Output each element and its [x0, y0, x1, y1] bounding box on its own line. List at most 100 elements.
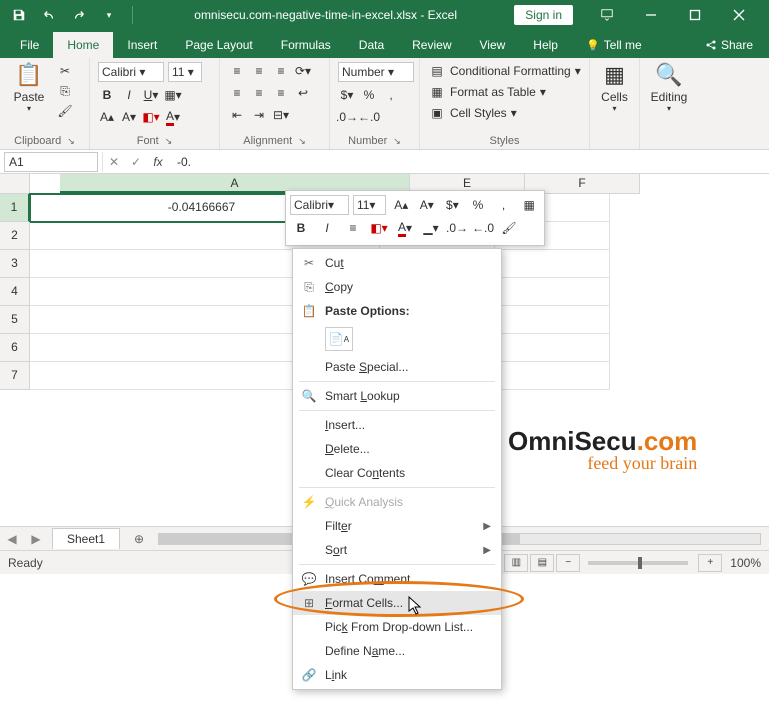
- cut-icon[interactable]: ✂: [56, 62, 74, 80]
- tab-data[interactable]: Data: [345, 32, 398, 58]
- ctx-paste-special[interactable]: Paste Special...: [293, 355, 501, 379]
- borders-button[interactable]: ▦▾: [164, 86, 182, 104]
- align-bottom-icon[interactable]: ≡: [272, 62, 290, 80]
- paste-option-values[interactable]: 📄A: [325, 327, 353, 351]
- row-header-6[interactable]: 6: [0, 334, 30, 362]
- ctx-pick-from-list[interactable]: Pick From Drop-down List...: [293, 615, 501, 639]
- tab-insert[interactable]: Insert: [113, 32, 171, 58]
- editing-button[interactable]: 🔍Editing▾: [648, 62, 690, 113]
- tab-help[interactable]: Help: [519, 32, 572, 58]
- row-header-2[interactable]: 2: [0, 222, 30, 250]
- row-header-5[interactable]: 5: [0, 306, 30, 334]
- mini-increase-font-icon[interactable]: A▴: [390, 195, 412, 215]
- font-color-button[interactable]: A▾: [164, 108, 182, 126]
- align-right-icon[interactable]: ≡: [272, 84, 290, 102]
- comma-format-icon[interactable]: ,: [382, 86, 400, 104]
- sheet-tab-sheet1[interactable]: Sheet1: [52, 528, 120, 549]
- format-as-table-button[interactable]: ▦Format as Table▾: [428, 83, 546, 101]
- save-icon[interactable]: [8, 4, 30, 26]
- mini-font-name[interactable]: Calibri▾: [290, 195, 349, 215]
- mini-percent-icon[interactable]: %: [467, 195, 489, 215]
- align-center-icon[interactable]: ≡: [250, 84, 268, 102]
- mini-font-color-icon[interactable]: A▾: [394, 218, 416, 238]
- increase-indent-icon[interactable]: ⇥: [250, 106, 268, 124]
- align-top-icon[interactable]: ≡: [228, 62, 246, 80]
- tab-page-layout[interactable]: Page Layout: [171, 32, 266, 58]
- bold-button[interactable]: B: [98, 86, 116, 104]
- alignment-dialog-launcher[interactable]: ↘: [298, 136, 306, 147]
- mini-borders-icon[interactable]: ▦: [518, 195, 540, 215]
- ctx-cut[interactable]: ✂Cut: [293, 251, 501, 275]
- align-left-icon[interactable]: ≡: [228, 84, 246, 102]
- decrease-indent-icon[interactable]: ⇤: [228, 106, 246, 124]
- sign-in-button[interactable]: Sign in: [514, 5, 573, 25]
- fill-color-button[interactable]: ◧▾: [142, 108, 160, 126]
- mini-italic-icon[interactable]: I: [316, 218, 338, 238]
- row-header-4[interactable]: 4: [0, 278, 30, 306]
- row-header-1[interactable]: 1: [0, 194, 30, 222]
- cancel-formula-icon[interactable]: ✕: [103, 155, 125, 169]
- mini-font-size[interactable]: 11▾: [353, 195, 386, 215]
- zoom-slider[interactable]: [588, 561, 688, 565]
- mini-dec-decimal-icon[interactable]: ←.0: [472, 218, 494, 238]
- paste-button[interactable]: 📋 Paste ▾: [8, 62, 50, 113]
- ctx-delete[interactable]: Delete...: [293, 437, 501, 461]
- mini-fill-color-icon[interactable]: ◧▾: [368, 218, 390, 238]
- cell-styles-button[interactable]: ▣Cell Styles▾: [428, 104, 517, 122]
- zoom-out-button[interactable]: −: [556, 554, 580, 572]
- ctx-smart-lookup[interactable]: 🔍Smart Lookup: [293, 384, 501, 408]
- mini-inc-decimal-icon[interactable]: .0→: [446, 218, 468, 238]
- tab-home[interactable]: Home: [53, 32, 113, 58]
- merge-center-icon[interactable]: ⊟▾: [272, 106, 290, 124]
- format-painter-icon[interactable]: 🖌: [56, 102, 74, 120]
- decrease-decimal-icon[interactable]: ←.0: [360, 108, 378, 126]
- mini-decrease-font-icon[interactable]: A▾: [416, 195, 438, 215]
- minimize-button[interactable]: [629, 0, 673, 30]
- name-box[interactable]: A1: [4, 152, 98, 172]
- page-layout-view-icon[interactable]: ▥: [504, 554, 528, 572]
- ctx-insert[interactable]: Insert...: [293, 413, 501, 437]
- enter-formula-icon[interactable]: ✓: [125, 155, 147, 169]
- maximize-button[interactable]: [673, 0, 717, 30]
- close-button[interactable]: [717, 0, 761, 30]
- number-dialog-launcher[interactable]: ↘: [393, 136, 401, 147]
- sheet-nav-right-icon[interactable]: ▶: [24, 532, 48, 546]
- mini-comma-icon[interactable]: ,: [493, 195, 515, 215]
- copy-icon[interactable]: ⎘: [56, 82, 74, 100]
- new-sheet-button[interactable]: ⊕: [128, 528, 150, 550]
- italic-button[interactable]: I: [120, 86, 138, 104]
- formula-input[interactable]: -0.: [169, 155, 769, 169]
- tell-me[interactable]: Tell me: [572, 32, 656, 58]
- zoom-in-button[interactable]: +: [698, 554, 722, 572]
- qat-customize-icon[interactable]: ▾: [98, 4, 120, 26]
- undo-icon[interactable]: [38, 4, 60, 26]
- accounting-format-icon[interactable]: $▾: [338, 86, 356, 104]
- decrease-font-icon[interactable]: A▾: [120, 108, 138, 126]
- select-all-corner[interactable]: [0, 174, 30, 194]
- ctx-insert-comment[interactable]: 💬Insert Comment: [293, 567, 501, 591]
- page-break-view-icon[interactable]: ▤: [530, 554, 554, 572]
- font-name-dropdown[interactable]: Calibri ▾: [98, 62, 164, 82]
- ctx-copy[interactable]: ⎘Copy: [293, 275, 501, 299]
- share-button[interactable]: Share: [695, 32, 763, 58]
- mini-bold-icon[interactable]: B: [290, 218, 312, 238]
- sheet-nav-left-icon[interactable]: ◀: [0, 532, 24, 546]
- ctx-clear-contents[interactable]: Clear Contents: [293, 461, 501, 485]
- tab-formulas[interactable]: Formulas: [267, 32, 345, 58]
- mini-accounting-icon[interactable]: $▾: [442, 195, 464, 215]
- font-dialog-launcher[interactable]: ↘: [165, 136, 173, 147]
- tab-review[interactable]: Review: [398, 32, 465, 58]
- zoom-level[interactable]: 100%: [730, 556, 761, 570]
- align-middle-icon[interactable]: ≡: [250, 62, 268, 80]
- ribbon-options-icon[interactable]: [585, 0, 629, 30]
- number-format-dropdown[interactable]: Number ▾: [338, 62, 414, 82]
- ctx-sort[interactable]: Sort▶: [293, 538, 501, 562]
- conditional-formatting-button[interactable]: ▤Conditional Formatting▾: [428, 62, 581, 80]
- cells-button[interactable]: ▦Cells▾: [598, 62, 631, 113]
- increase-font-icon[interactable]: A▴: [98, 108, 116, 126]
- ctx-define-name[interactable]: Define Name...: [293, 639, 501, 663]
- mini-align-icon[interactable]: ≡: [342, 218, 364, 238]
- font-size-dropdown[interactable]: 11 ▾: [168, 62, 202, 82]
- mini-border-bottom-icon[interactable]: ▁▾: [420, 218, 442, 238]
- redo-icon[interactable]: [68, 4, 90, 26]
